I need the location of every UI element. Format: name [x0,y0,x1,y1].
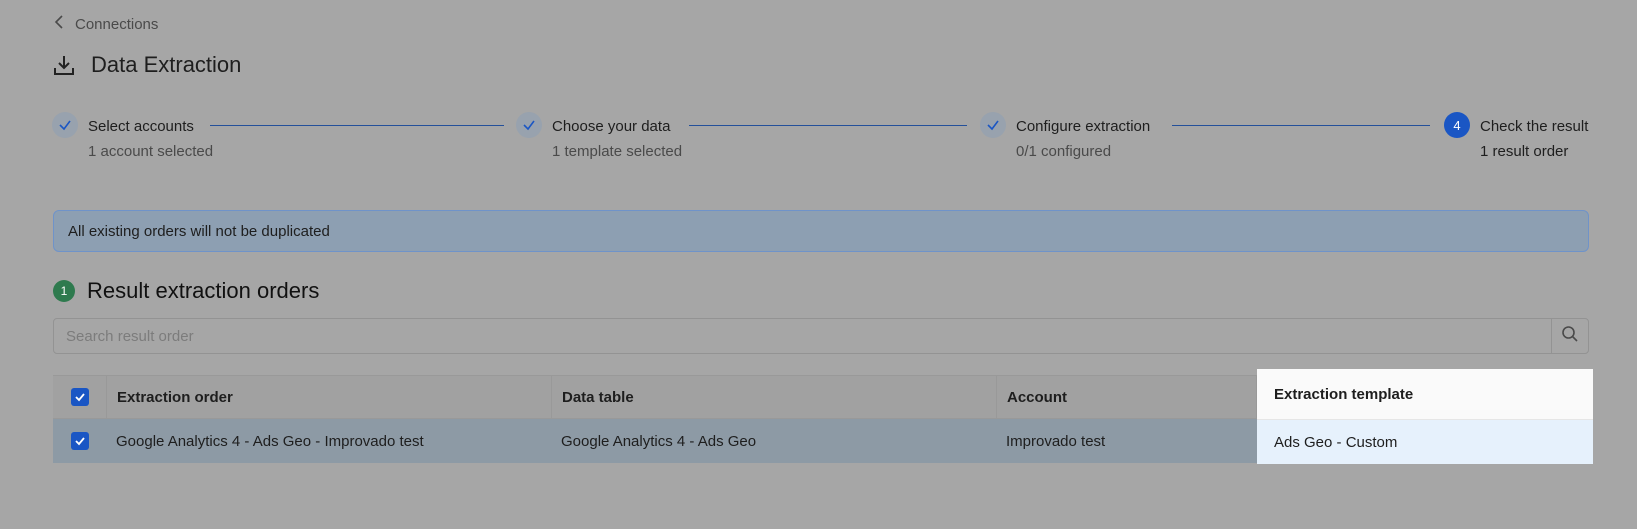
check-icon [516,112,542,138]
notice-text: All existing orders will not be duplicat… [68,222,330,240]
step-sublabel: 1 template selected [552,143,683,160]
search-button[interactable] [1551,319,1588,353]
info-notice: All existing orders will not be duplicat… [53,210,1589,252]
cell-extraction-template[interactable]: Ads Geo - Custom [1257,420,1593,464]
back-link-label: Connections [75,15,159,33]
step-label: Choose your data [552,118,671,135]
step-connector [210,125,504,126]
download-icon [53,54,75,76]
back-link[interactable]: Connections [53,14,158,34]
highlighted-template-column: Extraction template Ads Geo - Custom [1257,369,1593,464]
select-all-checkbox[interactable] [70,388,89,406]
check-icon [980,112,1006,138]
step-label: Select accounts [88,118,194,135]
cell-extraction-order: Google Analytics 4 - Ads Geo - Improvado… [116,432,424,450]
page-title: Data Extraction [91,52,242,77]
step-connector [689,125,967,126]
cell-account: Improvado test [1006,432,1106,450]
page-header: Data Extraction [53,52,241,78]
column-header-extraction-template-label[interactable]: Extraction template [1257,369,1593,420]
count-badge: 1 [53,280,75,302]
step-sublabel: 1 result order [1480,143,1569,160]
row-checkbox[interactable] [70,432,89,450]
column-header-data-table[interactable]: Data table [551,376,996,418]
step-connector [1172,125,1430,126]
section-title: Result extraction orders [87,278,320,303]
search-icon [1561,325,1579,348]
header-checkbox-cell [53,376,106,418]
step-sublabel: 1 account selected [88,143,214,160]
chevron-left-icon [53,14,65,34]
step-label: Configure extraction [1016,118,1151,135]
check-icon [52,112,78,138]
section-header: 1 Result extraction orders [53,278,319,304]
search-input[interactable] [54,319,1551,353]
cell-data-table: Google Analytics 4 - Ads Geo [561,432,757,450]
column-header-account[interactable]: Account [996,376,1256,418]
search-bar [53,318,1589,354]
row-checkbox-cell [53,419,106,463]
step-number: 4 [1444,112,1470,138]
column-header-extraction-order[interactable]: Extraction order [106,376,551,418]
step-label: Check the result [1480,118,1589,135]
step-sublabel: 0/1 configured [1016,143,1112,160]
